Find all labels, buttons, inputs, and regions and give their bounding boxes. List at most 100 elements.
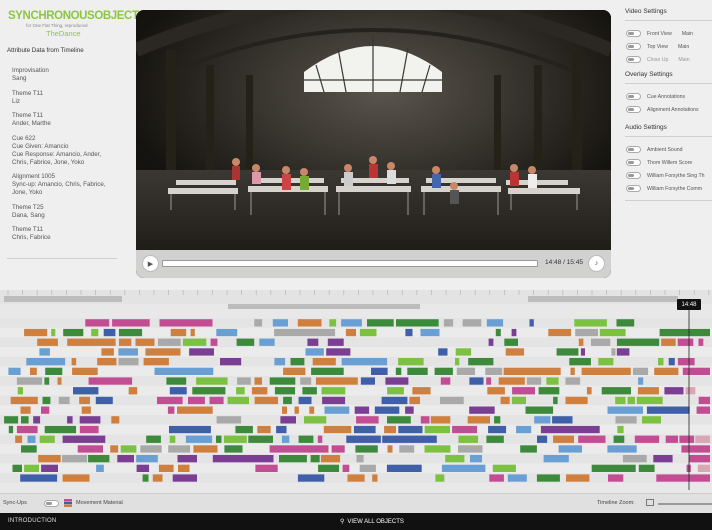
toggle-switch[interactable] <box>626 30 641 37</box>
timeline-segment[interactable] <box>77 445 103 453</box>
timeline-segment[interactable] <box>656 474 710 482</box>
timeline-segment[interactable] <box>543 455 569 463</box>
timeline-segment[interactable] <box>697 464 710 472</box>
timeline-segment[interactable] <box>516 425 532 434</box>
timeline-segment[interactable] <box>552 416 573 424</box>
overlay-setting-row[interactable]: Cue Annotations <box>626 92 685 101</box>
timeline-segment[interactable] <box>79 416 101 424</box>
timeline-segment[interactable] <box>546 377 559 385</box>
timeline-segment[interactable] <box>405 406 414 414</box>
timeline-segment[interactable] <box>331 445 345 453</box>
timeline-segment[interactable] <box>259 338 275 346</box>
timeline-segment[interactable] <box>455 358 460 366</box>
timeline-segment[interactable] <box>616 338 660 346</box>
timeline-segment[interactable] <box>342 464 350 472</box>
timeline-segment[interactable] <box>387 445 393 453</box>
timeline-segment[interactable] <box>486 377 492 385</box>
timeline-segment[interactable] <box>27 435 36 443</box>
timeline-segment[interactable] <box>492 464 516 472</box>
timeline-segment[interactable] <box>216 328 238 337</box>
timeline-segment[interactable] <box>677 338 694 346</box>
timeline-segment[interactable] <box>154 367 214 375</box>
timeline-segment[interactable] <box>39 435 55 443</box>
timeline-segment[interactable] <box>274 328 336 337</box>
timeline-segment[interactable] <box>565 396 588 405</box>
timeline-segment[interactable] <box>210 338 218 346</box>
timeline-segment[interactable] <box>615 396 626 405</box>
timeline-segment[interactable] <box>300 377 312 385</box>
timeline-segment[interactable] <box>216 435 222 443</box>
timeline-segment[interactable] <box>489 474 504 482</box>
timeline-segment[interactable] <box>665 435 678 443</box>
logo[interactable]: SYNCHRONOUSOBJECTS for One Flat Thing, r… <box>8 10 146 38</box>
timeline-segment[interactable] <box>21 416 29 424</box>
toggle-switch[interactable] <box>626 159 641 166</box>
timeline-segment[interactable] <box>111 416 120 424</box>
timeline-segment[interactable] <box>251 387 268 395</box>
timeline-segment[interactable] <box>486 319 504 327</box>
timeline-segment[interactable] <box>128 387 138 395</box>
timeline-segment[interactable] <box>503 367 561 375</box>
timeline-segment[interactable] <box>385 377 409 385</box>
timeline-segment[interactable] <box>254 396 278 405</box>
timeline-segment[interactable] <box>72 367 98 375</box>
timeline-segment[interactable] <box>16 377 43 385</box>
timeline-segment[interactable] <box>634 435 660 443</box>
timeline-segment[interactable] <box>500 396 510 405</box>
timeline-segment[interactable] <box>305 348 324 356</box>
timeline-segment[interactable] <box>424 445 451 453</box>
timeline-segment[interactable] <box>462 319 482 327</box>
toggle-switch[interactable] <box>626 106 641 113</box>
timeline-segment[interactable] <box>695 435 710 443</box>
timeline-segment[interactable] <box>435 474 445 482</box>
timeline-segment[interactable] <box>398 425 423 434</box>
timeline-segment[interactable] <box>103 328 116 337</box>
audio-setting-row[interactable]: William Forsythe Comm <box>626 184 702 193</box>
timeline-segment[interactable] <box>556 348 579 356</box>
timeline-segment[interactable] <box>62 455 87 463</box>
zoom-out-icon[interactable] <box>646 499 654 506</box>
timeline-segment[interactable] <box>274 358 286 366</box>
timeline-segment[interactable] <box>38 455 61 463</box>
timeline-segment[interactable] <box>15 435 23 443</box>
timeline-segment[interactable] <box>62 474 90 482</box>
timeline-segment[interactable] <box>297 319 322 327</box>
timeline-segment[interactable] <box>553 435 574 443</box>
toggle-switch[interactable] <box>626 172 641 179</box>
timeline-segment[interactable] <box>504 338 518 346</box>
timeline-segment[interactable] <box>455 348 472 356</box>
toggle-switch[interactable] <box>626 185 641 192</box>
timeline-segment[interactable] <box>26 358 66 366</box>
timeline-segment[interactable] <box>322 396 346 405</box>
timeline-segment[interactable] <box>505 348 525 356</box>
timeline-segment[interactable] <box>575 328 598 337</box>
timeline-segment[interactable] <box>529 319 534 327</box>
timeline-segment[interactable] <box>467 416 490 424</box>
timeline-segment[interactable] <box>470 455 482 463</box>
timeline-segment[interactable] <box>574 319 607 327</box>
timeline-segment[interactable] <box>188 396 205 405</box>
timeline-segment[interactable] <box>372 474 378 482</box>
timeline-segment[interactable] <box>297 474 325 482</box>
timeline-segment[interactable] <box>548 328 572 337</box>
timeline-segment[interactable] <box>420 328 440 337</box>
timeline-segment[interactable] <box>661 338 676 346</box>
timeline-segment[interactable] <box>254 319 263 327</box>
timeline-segment[interactable] <box>607 445 637 453</box>
timeline-segment[interactable] <box>254 377 263 385</box>
timeline-segment[interactable] <box>71 358 77 366</box>
timeline-segment[interactable] <box>599 328 626 337</box>
timeline-segment[interactable] <box>607 406 644 414</box>
timeline-segment[interactable] <box>636 396 663 405</box>
timeline-segment[interactable] <box>440 396 464 405</box>
timeline-segment[interactable] <box>354 406 370 414</box>
timeline-segment[interactable] <box>223 435 247 443</box>
timeline-segment[interactable] <box>627 396 635 405</box>
timeline-segment[interactable] <box>298 435 314 443</box>
timeline-segment[interactable] <box>638 377 644 385</box>
timeline-segment[interactable] <box>488 338 494 346</box>
timeline-segment[interactable] <box>616 319 635 327</box>
timeline-segment[interactable] <box>283 367 306 375</box>
timeline-segment[interactable] <box>85 319 110 327</box>
timeline-segment[interactable] <box>118 328 143 337</box>
